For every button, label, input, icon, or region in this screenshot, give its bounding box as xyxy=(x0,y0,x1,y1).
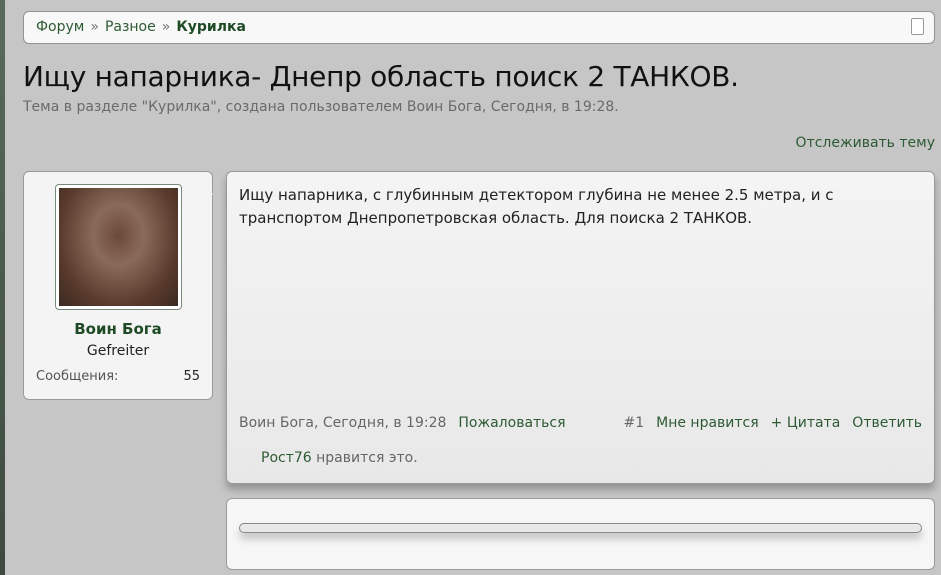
likes-suffix: нравится это. xyxy=(311,450,418,466)
breadcrumb-misc[interactable]: Разное xyxy=(105,19,156,35)
messages-count: 55 xyxy=(183,369,200,384)
messages-label: Сообщения: xyxy=(36,369,119,384)
post-author-date: Воин Бога, Сегодня, в 19:28 xyxy=(239,415,447,431)
user-title: Gefreiter xyxy=(86,343,150,359)
reply-link[interactable]: Ответить xyxy=(852,415,922,431)
username[interactable]: Воин Бога xyxy=(24,320,212,338)
breadcrumb-current[interactable]: Курилка xyxy=(176,19,246,35)
user-messages: Сообщения: 55 xyxy=(36,369,200,384)
report-link[interactable]: Пожаловаться xyxy=(458,415,565,431)
breadcrumb-separator: » xyxy=(161,19,171,35)
quick-reply xyxy=(226,498,935,570)
thread-subtitle: Тема в разделе "Курилка", создана пользо… xyxy=(23,99,619,115)
quote-link[interactable]: + Цитата xyxy=(771,415,841,431)
left-edge xyxy=(0,0,5,575)
liker-link[interactable]: Рост76 xyxy=(261,450,312,466)
post: Ищу напарника, с глубинным детектором гл… xyxy=(226,171,935,484)
avatar[interactable] xyxy=(55,184,182,310)
document-icon[interactable] xyxy=(911,18,924,35)
post-text: Ищу напарника, с глубинным детектором гл… xyxy=(239,186,834,227)
post-meta: Воин Бога, Сегодня, в 19:28 Пожаловаться… xyxy=(239,415,922,431)
post-number[interactable]: #1 xyxy=(623,415,644,431)
user-card: Воин Бога Gefreiter Сообщения: 55 xyxy=(23,171,213,400)
likes-summary: Рост76 нравится это. xyxy=(261,450,418,466)
breadcrumb-forum[interactable]: Форум xyxy=(36,19,84,35)
like-link[interactable]: Мне нравится xyxy=(656,415,759,431)
page-title: Ищу напарника- Днепр область поиск 2 ТАН… xyxy=(23,60,739,93)
watch-thread-link[interactable]: Отслеживать тему xyxy=(796,135,935,151)
breadcrumb: Форум » Разное » Курилка xyxy=(23,11,935,44)
breadcrumb-separator: » xyxy=(90,19,99,35)
reply-editor-bar[interactable] xyxy=(239,523,922,533)
